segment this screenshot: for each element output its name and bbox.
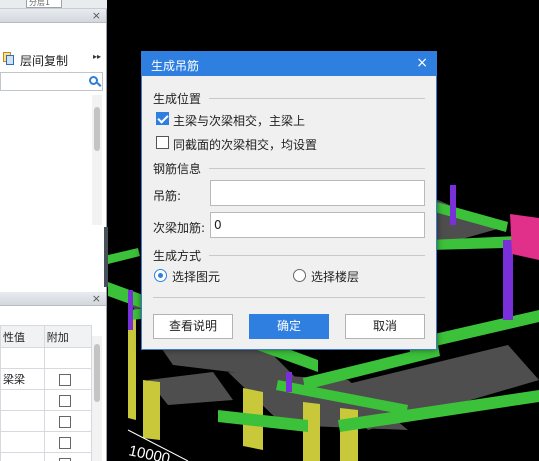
close-icon[interactable]: × — [416, 55, 428, 71]
property-value-cell[interactable] — [0, 452, 45, 461]
group-divider — [209, 98, 425, 99]
column-header-value: 性值 — [0, 325, 45, 348]
highlighted-beam — [510, 214, 539, 260]
attached-checkbox[interactable] — [58, 436, 71, 449]
search-input[interactable] — [0, 72, 103, 91]
close-icon[interactable]: × — [92, 292, 101, 306]
generate-hanger-rebar-dialog: 生成吊筋 × 生成位置 主梁与次梁相交，主梁上 同截面的次梁相交，均设置 钢筋信… — [141, 51, 437, 350]
secondary-beam-stirrup-input[interactable]: 0 — [210, 212, 425, 238]
rebar — [450, 185, 456, 225]
panel-toolbar: 层间复制 ▸▸ — [0, 48, 106, 70]
dialog-titlebar[interactable]: 生成吊筋 × — [142, 52, 436, 76]
upper-panel-header: × — [0, 9, 106, 23]
select-element-radio[interactable] — [154, 269, 167, 282]
dialog-title: 生成吊筋 — [151, 59, 200, 73]
upper-scrollbar-thumb[interactable] — [94, 107, 100, 151]
attached-cell — [43, 389, 93, 411]
lower-panel-header: × — [0, 292, 106, 306]
copy-floor-icon — [3, 52, 15, 65]
property-value-cell[interactable] — [0, 410, 45, 432]
main-beam-intersect-checkbox[interactable] — [156, 112, 169, 125]
search-icon[interactable] — [89, 76, 98, 85]
group-divider — [209, 168, 425, 169]
attached-cell — [43, 431, 93, 453]
beam — [108, 248, 140, 264]
floor-combo[interactable]: 分层1 — [26, 0, 62, 8]
help-button[interactable]: 查看说明 — [153, 314, 233, 339]
column — [143, 380, 160, 440]
attached-checkbox[interactable] — [58, 457, 71, 461]
rebar — [286, 372, 292, 392]
top-toolbar-strip: 分层1 — [0, 0, 107, 9]
slab — [148, 372, 233, 405]
attached-cell — [43, 368, 93, 390]
main-beam-intersect-label[interactable]: 主梁与次梁相交，主梁上 — [173, 112, 305, 129]
attached-cell — [43, 452, 93, 461]
close-icon[interactable]: × — [92, 9, 101, 23]
table-row[interactable] — [0, 389, 93, 411]
property-value-cell[interactable] — [0, 347, 45, 369]
same-section-checkbox[interactable] — [156, 136, 169, 149]
dimension-label: 10000 — [127, 442, 171, 461]
same-section-label[interactable]: 同截面的次梁相交，均设置 — [173, 136, 317, 153]
attached-checkbox[interactable] — [58, 394, 71, 407]
upper-scrollbar[interactable] — [92, 95, 102, 225]
left-panel: 分层1 × 层间复制 ▸▸ × 性值 附加 梁梁 — [0, 0, 108, 461]
group-divider — [209, 255, 425, 256]
secondary-beam-stirrup-label: 次梁加筋: — [153, 221, 206, 235]
position-group-title: 生成位置 — [153, 92, 202, 106]
table-row[interactable] — [0, 347, 93, 369]
attached-checkbox[interactable] — [58, 415, 71, 428]
column-header-attached: 附加 — [43, 325, 93, 348]
select-floor-radio[interactable] — [293, 269, 306, 282]
buttons-divider — [153, 297, 425, 298]
table-row[interactable] — [0, 410, 93, 432]
rebar-group-title: 钢筋信息 — [153, 162, 202, 176]
method-group-title: 生成方式 — [153, 249, 202, 263]
column — [340, 408, 358, 461]
table-row[interactable]: 梁梁 — [0, 368, 93, 390]
lower-scrollbar-thumb[interactable] — [94, 344, 100, 402]
table-row[interactable] — [0, 431, 93, 453]
property-value-cell[interactable] — [0, 389, 45, 411]
more-arrow-icon[interactable]: ▸▸ — [93, 52, 101, 61]
properties-table: 性值 附加 梁梁 — [0, 325, 93, 461]
rebar — [503, 240, 513, 320]
select-floor-label[interactable]: 选择楼层 — [311, 268, 359, 285]
column — [128, 316, 136, 420]
attached-cell — [43, 347, 93, 369]
table-row[interactable] — [0, 452, 93, 461]
cancel-button[interactable]: 取消 — [345, 314, 425, 339]
hanger-rebar-input[interactable] — [210, 180, 425, 206]
lower-scrollbar[interactable] — [92, 336, 102, 461]
copy-floor-button[interactable]: 层间复制 — [20, 52, 68, 69]
attached-cell — [43, 410, 93, 432]
hanger-rebar-label: 吊筋: — [153, 189, 182, 203]
property-value-cell[interactable]: 梁梁 — [0, 368, 45, 390]
rebar — [128, 290, 133, 330]
attached-checkbox[interactable] — [58, 373, 71, 386]
property-value-cell[interactable] — [0, 431, 45, 453]
ok-button[interactable]: 确定 — [249, 314, 329, 339]
select-element-label[interactable]: 选择图元 — [172, 268, 220, 285]
